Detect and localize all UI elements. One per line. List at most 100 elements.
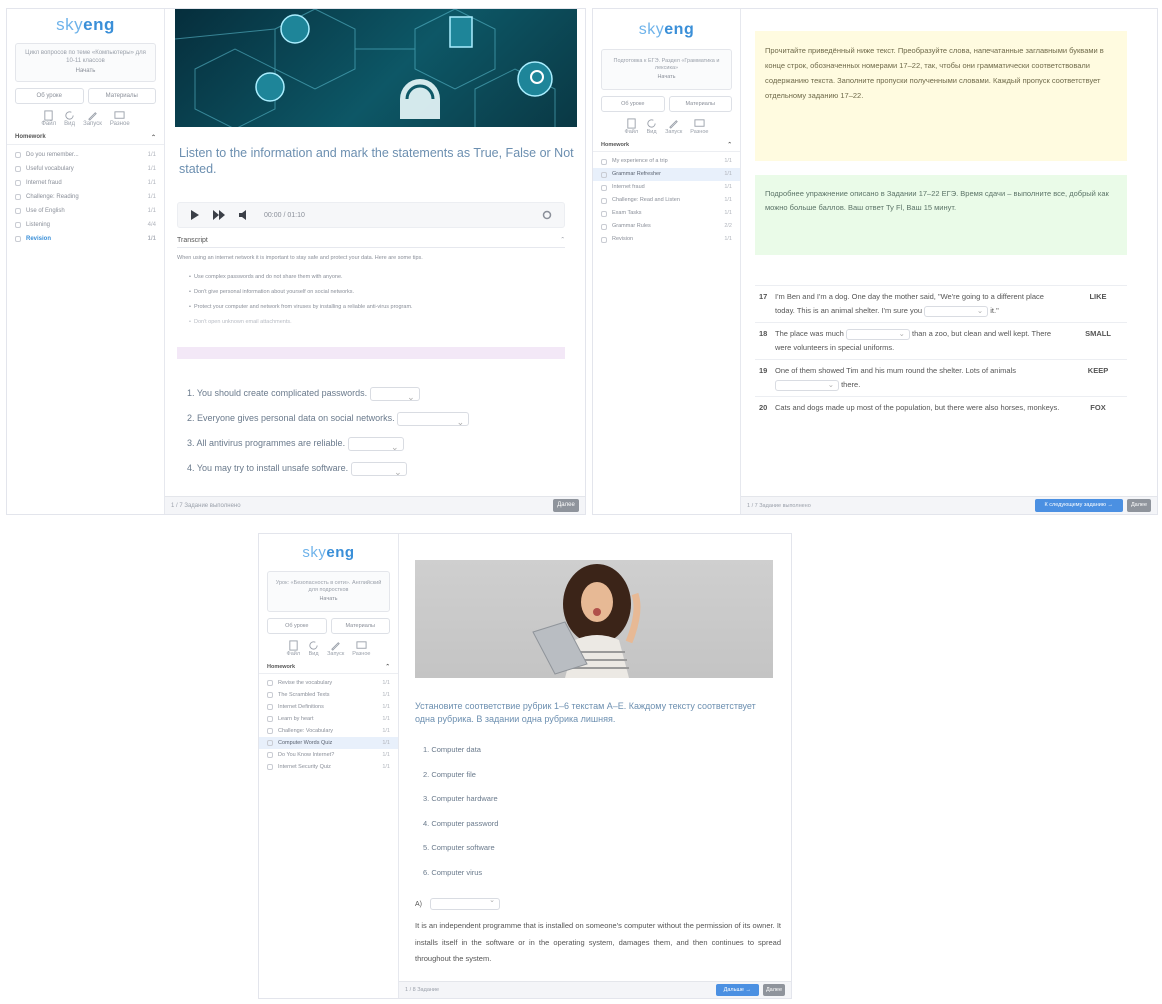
list-item[interactable]: My experience of a trip 1/1 — [593, 155, 740, 168]
settings-icon[interactable] — [542, 210, 552, 220]
chevron-up-icon: ⌃ — [560, 237, 565, 243]
list-item: • Use complex passwords and do not share… — [189, 274, 343, 280]
audio-player: 00:00 / 01:10 — [177, 202, 565, 228]
transcript-panel: Transcript ⌃ When using an internet netw… — [177, 237, 565, 359]
list-item[interactable]: Computer Words Quiz 1/1 — [259, 737, 398, 750]
about-lesson-button[interactable]: Об уроке — [15, 88, 84, 105]
tool-icons: Файл Вид Запуск Разное — [593, 118, 740, 135]
list-item[interactable]: The Scrambled Texts 1/1 — [259, 689, 398, 701]
file-icon[interactable]: Файл — [41, 110, 56, 127]
homework-list: Revise the vocabulary 1/1 The Scrambled T… — [259, 674, 398, 776]
lesson-card-text: Урок: «Безопасность в сети». Английский … — [275, 580, 382, 594]
list-item[interactable]: Grammar Rules 2/2 — [593, 220, 740, 233]
transcript-header[interactable]: Transcript ⌃ — [177, 237, 565, 248]
list-item[interactable]: Challenge: Reading 1/1 — [7, 190, 164, 204]
option-item: 3. Computer hardware — [423, 794, 498, 803]
audio-time: 00:00 / 01:10 — [264, 211, 305, 219]
materials-button[interactable]: Материалы — [668, 96, 732, 113]
refresh-icon[interactable]: Вид — [646, 118, 657, 135]
answer-select[interactable] — [369, 385, 420, 410]
list-item[interactable]: Challenge: Vocabulary 1/1 — [259, 725, 398, 737]
list-item[interactable]: Revision 1/1 — [593, 233, 740, 246]
answer-input[interactable] — [775, 378, 839, 392]
statement-row: 3. All antivirus programmes are reliable… — [187, 431, 557, 460]
task-instruction: Установите соответствие рубрик 1–6 текст… — [415, 701, 756, 724]
list-item[interactable]: Use of English 1/1 — [7, 204, 164, 218]
list-item[interactable]: Internet fraud 1/1 — [593, 181, 740, 194]
list-item[interactable]: Internet fraud 1/1 — [7, 176, 164, 190]
section-homework[interactable]: Homework ⌃ — [593, 139, 740, 153]
lesson-card-link[interactable]: Начать — [22, 68, 149, 76]
answer-select[interactable] — [347, 435, 404, 460]
volume-icon[interactable] — [239, 210, 250, 220]
section-homework[interactable]: Homework ⌃ — [7, 131, 164, 146]
transcript-title: Transcript — [177, 237, 208, 244]
list-item[interactable]: Do you remember... 1/1 — [7, 148, 164, 162]
list-item[interactable]: Do You Know Internet? 1/1 — [259, 749, 398, 761]
answer-input[interactable] — [845, 327, 910, 341]
security-banner — [175, 9, 577, 127]
table-row: 17 I'm Ben and I'm a dog. One day the mo… — [755, 285, 1127, 322]
forward-icon[interactable] — [213, 210, 225, 220]
list-item[interactable]: Learn by heart 1/1 — [259, 713, 398, 725]
section-homework[interactable]: Homework ⌃ — [259, 661, 398, 675]
board-icon[interactable]: Разное — [352, 640, 370, 657]
list-item[interactable]: Revise the vocabulary 1/1 — [259, 677, 398, 689]
statement-row: 2. Everyone gives personal data on socia… — [187, 406, 557, 435]
select-label: A) — [415, 900, 422, 908]
next-task-button[interactable]: К следующему заданию → — [1034, 499, 1123, 512]
list-item[interactable]: Revision 1/1 — [7, 232, 164, 246]
list-item[interactable]: Grammar Refresher 1/1 — [593, 168, 740, 182]
option-item: 1. Computer data — [423, 745, 481, 754]
option-item: 6. Computer virus — [423, 867, 483, 877]
answer-select[interactable] — [350, 460, 407, 485]
list-item[interactable]: Challenge: Read and Listen 1/1 — [593, 194, 740, 207]
security-illustration — [175, 9, 556, 127]
board-icon[interactable]: Разное — [110, 110, 130, 127]
statements-list: 1. You should create complicated passwor… — [187, 381, 557, 485]
list-item: • Don't give personal information about … — [189, 289, 355, 295]
list-item[interactable]: Useful vocabulary 1/1 — [7, 162, 164, 176]
pencil-icon[interactable]: Запуск — [665, 118, 682, 135]
logo: skyeng — [302, 544, 355, 561]
lesson-card-link[interactable]: Начать — [608, 74, 725, 81]
list-item[interactable]: Exam Tasks 1/1 — [593, 207, 740, 220]
option-item: 5. Computer software — [423, 843, 495, 852]
screenshot-matching: skyeng Урок: «Безопасность в сети». Англ… — [258, 533, 792, 999]
file-icon[interactable]: Файл — [287, 640, 300, 657]
next-button[interactable]: Далее — [1127, 499, 1151, 512]
next-button[interactable]: Далее — [763, 984, 785, 996]
next-button[interactable]: Далее — [553, 499, 579, 512]
lesson-card: Подготовка к ЕГЭ. Раздел «Грамматика и л… — [601, 49, 732, 91]
tool-icons: Файл Вид Запуск Разное — [259, 640, 398, 657]
answer-input[interactable] — [924, 304, 989, 318]
list-item[interactable]: Internet Security Quiz 1/1 — [259, 761, 398, 773]
board-icon[interactable]: Разное — [690, 118, 708, 135]
exercise-table: 17 I'm Ben and I'm a dog. One day the mo… — [755, 285, 1127, 419]
instruction-box-yellow: Прочитайте приведённый ниже текст. Преоб… — [755, 31, 1127, 161]
transcript-bullets: • Use complex passwords and do not share… — [177, 270, 565, 330]
option-item: 4. Computer password — [423, 818, 499, 828]
answer-select[interactable] — [429, 896, 500, 910]
materials-button[interactable]: Материалы — [330, 618, 390, 635]
play-icon[interactable] — [190, 210, 199, 220]
materials-button[interactable]: Материалы — [87, 88, 156, 105]
about-lesson-button[interactable]: Об уроке — [267, 618, 327, 635]
progress-text: 1 / 7 Задание выполнено — [747, 502, 811, 509]
refresh-icon[interactable]: Вид — [308, 640, 319, 657]
lesson-card-link[interactable]: Начать — [274, 596, 383, 603]
about-lesson-button[interactable]: Об уроке — [601, 96, 665, 113]
hint-text: Подробнее упражнение описано в Задании 1… — [765, 189, 1109, 212]
answer-select[interactable] — [397, 410, 470, 435]
pencil-icon[interactable]: Запуск — [83, 110, 102, 127]
sidebar: skyeng Урок: «Безопасность в сети». Англ… — [259, 534, 399, 998]
next-task-button[interactable]: Дальше → — [715, 984, 759, 996]
file-icon[interactable]: Файл — [625, 118, 638, 135]
progress-text: 1 / 8 Задание — [405, 987, 440, 993]
homework-list: Do you remember... 1/1 Useful vocabulary 1… — [7, 145, 164, 249]
pencil-icon[interactable]: Запуск — [327, 640, 344, 657]
refresh-icon[interactable]: Вид — [64, 110, 75, 127]
hero-photo — [415, 560, 773, 678]
list-item[interactable]: Listening 4/4 — [7, 218, 164, 232]
list-item[interactable]: Internet Definitions 1/1 — [259, 701, 398, 713]
